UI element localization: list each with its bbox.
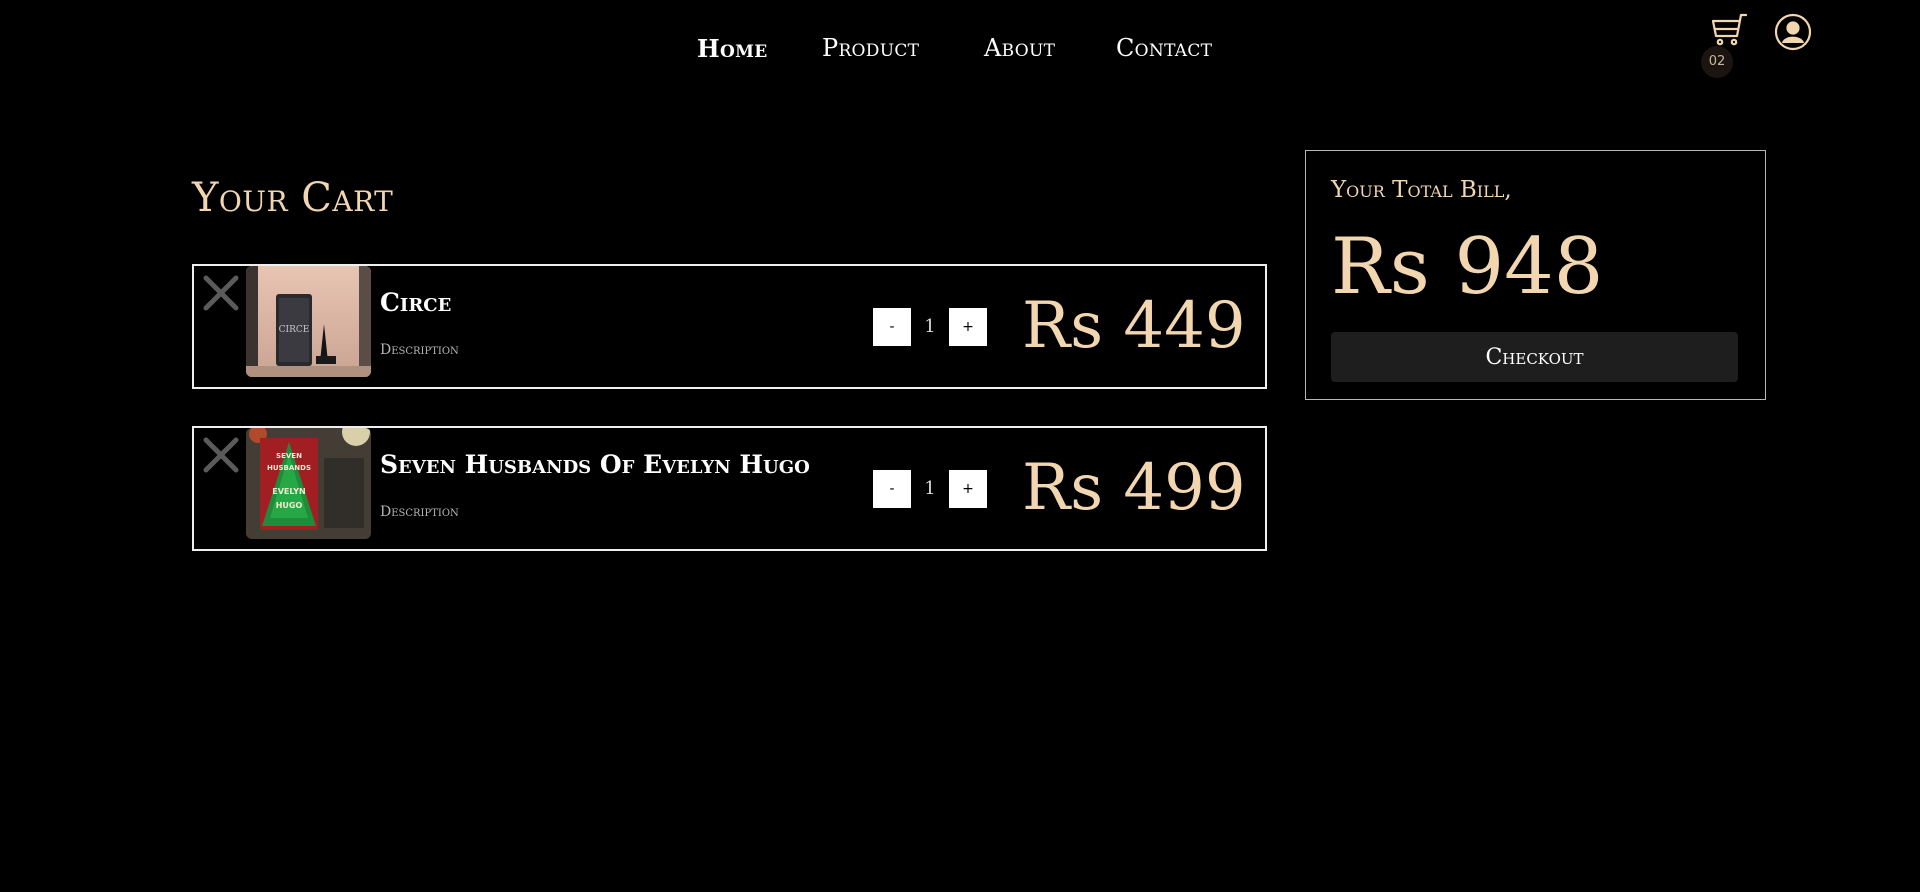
quantity-value: 1 [924,316,936,337]
cart-item: SEVEN HUSBANDS EVELYN HUGO Seven Husband… [192,426,1267,551]
decrease-quantity-button[interactable]: - [873,470,911,508]
item-description: Description [380,504,459,520]
item-price: Rs 449 [1022,289,1246,363]
nav-link-about[interactable]: About [984,34,1055,62]
user-icon[interactable] [1774,13,1812,51]
nav-link-product[interactable]: Product [822,34,919,62]
nav-link-contact[interactable]: Contact [1116,34,1212,62]
cart-count-badge: 02 [1701,46,1733,78]
remove-item-icon[interactable] [198,270,246,318]
page-title: Your Cart [192,175,394,221]
cart-icon[interactable] [1710,12,1750,48]
cart-item: CIRCE Circe Description - 1 + Rs 449 [192,264,1267,389]
quantity-value: 1 [924,478,936,499]
bill-total: Rs 948 [1331,222,1604,312]
svg-text:SEVEN: SEVEN [276,452,302,460]
item-name: Circe [380,288,452,317]
product-image-seven-husbands: SEVEN HUSBANDS EVELYN HUGO [246,428,371,539]
checkout-button[interactable]: Checkout [1331,332,1738,382]
remove-item-icon[interactable] [198,432,246,480]
svg-text:EVELYN: EVELYN [272,487,305,496]
bill-summary-panel: Your Total Bill, Rs 948 Checkout [1305,150,1766,400]
svg-text:HUGO: HUGO [276,501,303,510]
item-description: Description [380,342,459,358]
product-image-circe: CIRCE [246,266,371,377]
top-nav: Home Product About Contact [0,34,1920,68]
item-price: Rs 499 [1022,451,1246,525]
increase-quantity-button[interactable]: + [949,470,987,508]
bill-label: Your Total Bill, [1331,177,1512,203]
increase-quantity-button[interactable]: + [949,308,987,346]
svg-text:CIRCE: CIRCE [279,325,310,335]
nav-link-home[interactable]: Home [697,34,767,63]
decrease-quantity-button[interactable]: - [873,308,911,346]
svg-text:HUSBANDS: HUSBANDS [267,464,311,472]
item-name: Seven Husbands Of Evelyn Hugo [380,450,810,479]
